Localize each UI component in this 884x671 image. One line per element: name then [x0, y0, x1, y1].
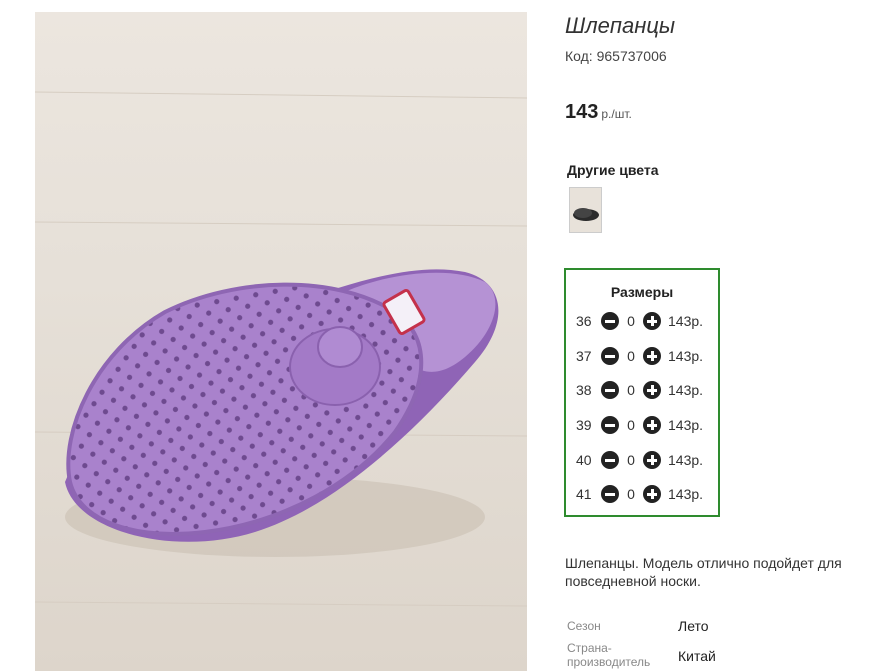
increase-button[interactable] [643, 485, 661, 503]
property-value-country: Китай [678, 648, 716, 664]
minus-icon [605, 423, 615, 427]
minus-icon [605, 319, 615, 323]
decrease-button[interactable] [601, 451, 619, 469]
property-label-season: Сезон [567, 619, 601, 633]
sizes-title: Размеры [610, 284, 674, 300]
price: 143 р./шт. [565, 101, 632, 124]
increase-button[interactable] [643, 347, 661, 365]
minus-icon [605, 354, 615, 358]
increase-button[interactable] [643, 312, 661, 330]
decrease-button[interactable] [601, 381, 619, 399]
minus-icon [605, 458, 615, 462]
size-row: 36 0 143р. [576, 311, 703, 331]
size-qty: 0 [627, 382, 635, 398]
size-number: 37 [576, 348, 592, 364]
increase-button[interactable] [643, 451, 661, 469]
increase-button[interactable] [643, 416, 661, 434]
size-row: 40 0 143р. [576, 450, 703, 470]
black-slipper-icon [573, 208, 599, 221]
size-qty: 0 [627, 452, 635, 468]
size-number: 38 [576, 382, 592, 398]
size-qty: 0 [627, 348, 635, 364]
size-row: 39 0 143р. [576, 415, 703, 435]
increase-button[interactable] [643, 381, 661, 399]
sizes-panel: Размеры 36 0 143р. 37 0 143р. 38 0 143р.… [564, 268, 720, 517]
size-price: 143р. [668, 382, 704, 398]
size-price: 143р. [668, 348, 704, 364]
decrease-button[interactable] [601, 312, 619, 330]
size-number: 41 [576, 486, 592, 502]
decrease-button[interactable] [601, 485, 619, 503]
product-photo[interactable] [35, 12, 527, 671]
product-description: Шлепанцы. Модель отлично подойдет для по… [565, 555, 842, 589]
size-number: 40 [576, 452, 592, 468]
slipper-image [35, 91, 527, 607]
size-row: 41 0 143р. [576, 484, 703, 504]
minus-icon [605, 492, 615, 496]
product-code: Код: 965737006 [565, 48, 667, 64]
size-number: 39 [576, 417, 592, 433]
property-label-country: Страна-производитель [567, 641, 651, 669]
size-price: 143р. [668, 452, 704, 468]
size-number: 36 [576, 313, 592, 329]
size-price: 143р. [668, 313, 704, 329]
product-title: Шлепанцы [565, 13, 676, 38]
size-price: 143р. [668, 486, 704, 502]
color-thumb-black[interactable] [569, 187, 602, 233]
size-qty: 0 [627, 486, 635, 502]
size-row: 38 0 143р. [576, 380, 703, 400]
size-price: 143р. [668, 417, 704, 433]
size-qty: 0 [627, 417, 635, 433]
price-value: 143 [565, 101, 599, 123]
other-colors-title: Другие цвета [567, 162, 659, 178]
price-unit: р./шт. [601, 107, 632, 121]
decrease-button[interactable] [601, 416, 619, 434]
size-row: 37 0 143р. [576, 346, 703, 366]
property-value-season: Лето [678, 618, 709, 634]
decrease-button[interactable] [601, 347, 619, 365]
minus-icon [605, 388, 615, 392]
size-qty: 0 [627, 313, 635, 329]
